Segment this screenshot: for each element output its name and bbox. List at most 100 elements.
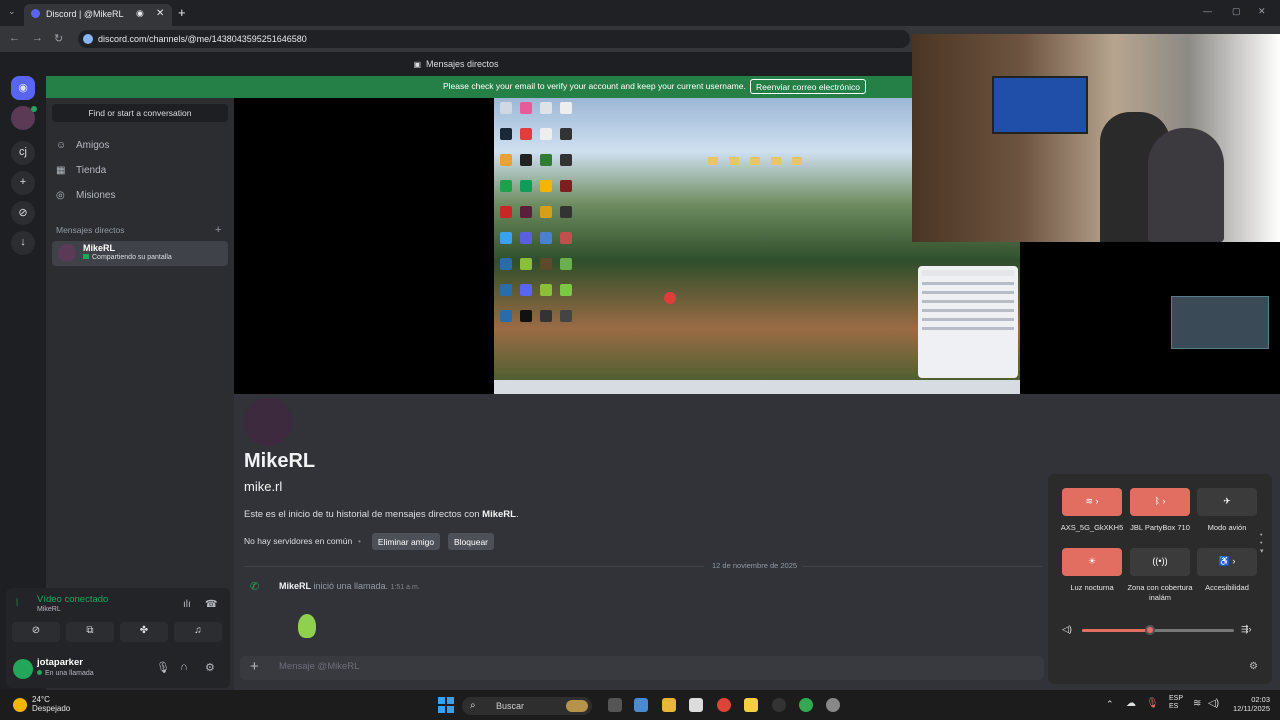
browser-tab[interactable]: Discord | @MikeRL ◉ ✕ bbox=[24, 4, 172, 26]
accessibility-icon: ♿ bbox=[1218, 556, 1230, 566]
speaker-icon[interactable]: ◁) bbox=[1062, 624, 1072, 635]
hotspot-tile[interactable]: ((•)) bbox=[1130, 548, 1190, 576]
notes-icon[interactable] bbox=[744, 698, 758, 712]
bluetooth-tile[interactable]: ᛒ › bbox=[1130, 488, 1190, 516]
tile-label: JBL PartyBox 710 bbox=[1130, 523, 1190, 532]
chevron-up-icon[interactable]: ⌃ bbox=[1106, 699, 1114, 710]
dm-intro-text: Este es el inicio de tu historial de men… bbox=[244, 509, 519, 520]
avatar[interactable] bbox=[13, 659, 33, 679]
shared-taskbar bbox=[494, 380, 1020, 394]
discord-favicon-icon bbox=[31, 9, 40, 18]
wave-sticker-icon[interactable] bbox=[298, 614, 316, 638]
taskbar-clock[interactable]: 02:03 12/11/2025 bbox=[1224, 695, 1270, 713]
night-light-icon: ☀ bbox=[1087, 556, 1097, 566]
block-button[interactable]: Bloquear bbox=[448, 533, 494, 550]
tile-label: Accesibilidad bbox=[1205, 583, 1249, 592]
url-bar[interactable]: discord.com/channels/@me/143804359525164… bbox=[78, 30, 910, 48]
voice-connected-label[interactable]: Vídeo conectado bbox=[37, 594, 108, 605]
headphones-icon[interactable]: ∩ bbox=[180, 661, 188, 673]
discover-icon[interactable]: ⊘ bbox=[11, 201, 35, 225]
site-info-icon[interactable] bbox=[83, 34, 93, 44]
wifi-icon[interactable]: ≋ bbox=[1193, 698, 1201, 709]
task-view-icon[interactable] bbox=[608, 698, 622, 712]
message-input[interactable]: Mensaje @MikeRL bbox=[279, 661, 359, 672]
tab-list-icon[interactable]: ⌄ bbox=[8, 6, 16, 17]
clock-date: 12/11/2025 bbox=[1233, 704, 1270, 713]
tile-label: Luz nocturna bbox=[1070, 583, 1114, 592]
copilot-icon[interactable] bbox=[634, 698, 648, 712]
resend-email-button[interactable]: Reenviar correo electrónico bbox=[750, 79, 866, 94]
mutual-servers[interactable]: No hay servidores en común bbox=[244, 536, 352, 546]
chrome-profile-icon[interactable] bbox=[799, 698, 813, 712]
mic-in-use-icon[interactable]: 🎙︎ bbox=[1146, 698, 1159, 709]
volume-icon[interactable]: ◁) bbox=[1208, 698, 1219, 709]
download-icon[interactable]: ↓ bbox=[11, 231, 35, 255]
remove-friend-button[interactable]: Eliminar amigo bbox=[372, 533, 440, 550]
language-indicator[interactable]: ESP ES bbox=[1169, 695, 1183, 711]
windows-start-icon[interactable] bbox=[438, 697, 454, 713]
maximize-icon[interactable]: ▢ bbox=[1232, 6, 1241, 17]
activities-button[interactable]: ✤ bbox=[120, 622, 168, 642]
dm-name: MikeRL bbox=[83, 243, 116, 253]
cloud-icon[interactable]: ☁ bbox=[1126, 698, 1136, 709]
file-explorer-icon[interactable] bbox=[662, 698, 676, 712]
taskbar-search[interactable]: ⌕ Buscar bbox=[462, 697, 592, 715]
night-light-tile[interactable]: ☀ bbox=[1062, 548, 1122, 576]
voice-active-badge bbox=[31, 106, 37, 112]
nav-item-quests[interactable]: ◎ Misiones bbox=[56, 190, 115, 201]
server-cj-icon[interactable]: cj bbox=[11, 141, 35, 165]
audio-output-icon[interactable]: ⇶› bbox=[1241, 624, 1252, 635]
avatar[interactable] bbox=[244, 398, 292, 446]
call-timestamp: 1:51 a.m. bbox=[390, 584, 420, 591]
close-window-icon[interactable]: ✕ bbox=[1258, 6, 1266, 17]
soundboard-icon: ♫ bbox=[194, 625, 202, 636]
screen-share-icon: ⧉ bbox=[86, 625, 94, 636]
soundboard-button[interactable]: ♫ bbox=[174, 622, 222, 642]
add-server-icon[interactable]: + bbox=[11, 171, 35, 195]
call-user[interactable]: MikeRL bbox=[279, 581, 311, 591]
search-conversation-button[interactable]: Find or start a conversation bbox=[52, 104, 228, 122]
minimize-icon[interactable]: — bbox=[1203, 6, 1212, 16]
webcam-tv bbox=[992, 76, 1088, 134]
separator-dot: • bbox=[358, 536, 361, 546]
app-icon[interactable] bbox=[772, 698, 786, 712]
settings-app-icon[interactable] bbox=[826, 698, 840, 712]
nav-item-friends[interactable]: ☺ Amigos bbox=[56, 140, 109, 151]
wifi-tile[interactable]: ≋ › bbox=[1062, 488, 1122, 516]
shared-audio-popup bbox=[918, 266, 1018, 378]
message-composer[interactable] bbox=[240, 656, 1044, 680]
gear-icon[interactable]: ⚙ bbox=[205, 661, 215, 674]
hotspot-icon: ((•)) bbox=[1152, 556, 1168, 566]
desktop-icons bbox=[500, 102, 580, 367]
intro-suffix: . bbox=[515, 509, 519, 520]
noise-suppression-icon[interactable]: ılı bbox=[183, 599, 191, 610]
camera-off-button[interactable]: ⊘ bbox=[12, 622, 60, 642]
accessibility-tile[interactable]: ♿ › bbox=[1197, 548, 1257, 576]
url-text: discord.com/channels/@me/143804359525164… bbox=[98, 34, 307, 44]
weather-widget[interactable]: 24°C Despejado bbox=[32, 695, 70, 713]
nav-item-shop[interactable]: ▦ Tienda bbox=[56, 165, 106, 176]
create-dm-icon[interactable]: + bbox=[215, 224, 221, 236]
back-icon[interactable]: ← bbox=[9, 32, 20, 44]
gear-icon[interactable]: ⚙ bbox=[1249, 661, 1258, 672]
volume-slider-fill bbox=[1082, 629, 1151, 632]
page-scroll-icon[interactable]: • • ▾ bbox=[1260, 532, 1264, 556]
screen-share-button[interactable]: ⧉ bbox=[66, 622, 114, 642]
chrome-icon[interactable] bbox=[717, 698, 731, 712]
close-tab-icon[interactable]: ✕ bbox=[156, 8, 164, 19]
self-video-pip[interactable] bbox=[1171, 296, 1269, 349]
discord-home-icon[interactable]: ◉ bbox=[11, 76, 35, 100]
profile-display-name: MikeRL bbox=[244, 450, 316, 472]
store-icon[interactable] bbox=[689, 698, 703, 712]
attach-plus-icon[interactable]: + bbox=[250, 658, 259, 675]
reload-icon[interactable]: ↻ bbox=[54, 32, 63, 45]
new-tab-icon[interactable]: + bbox=[178, 5, 186, 20]
forward-icon[interactable]: → bbox=[32, 32, 43, 44]
disconnect-icon[interactable]: ☎ bbox=[205, 599, 217, 610]
shop-icon: ▦ bbox=[56, 165, 66, 176]
airplane-tile[interactable]: ✈ bbox=[1197, 488, 1257, 516]
camera-off-icon: ⊘ bbox=[31, 625, 41, 636]
signal-icon: ⦚ bbox=[16, 598, 19, 609]
microphone-icon[interactable]: 🎙︎ bbox=[156, 661, 170, 674]
audio-icon[interactable]: ◉ bbox=[136, 8, 144, 19]
